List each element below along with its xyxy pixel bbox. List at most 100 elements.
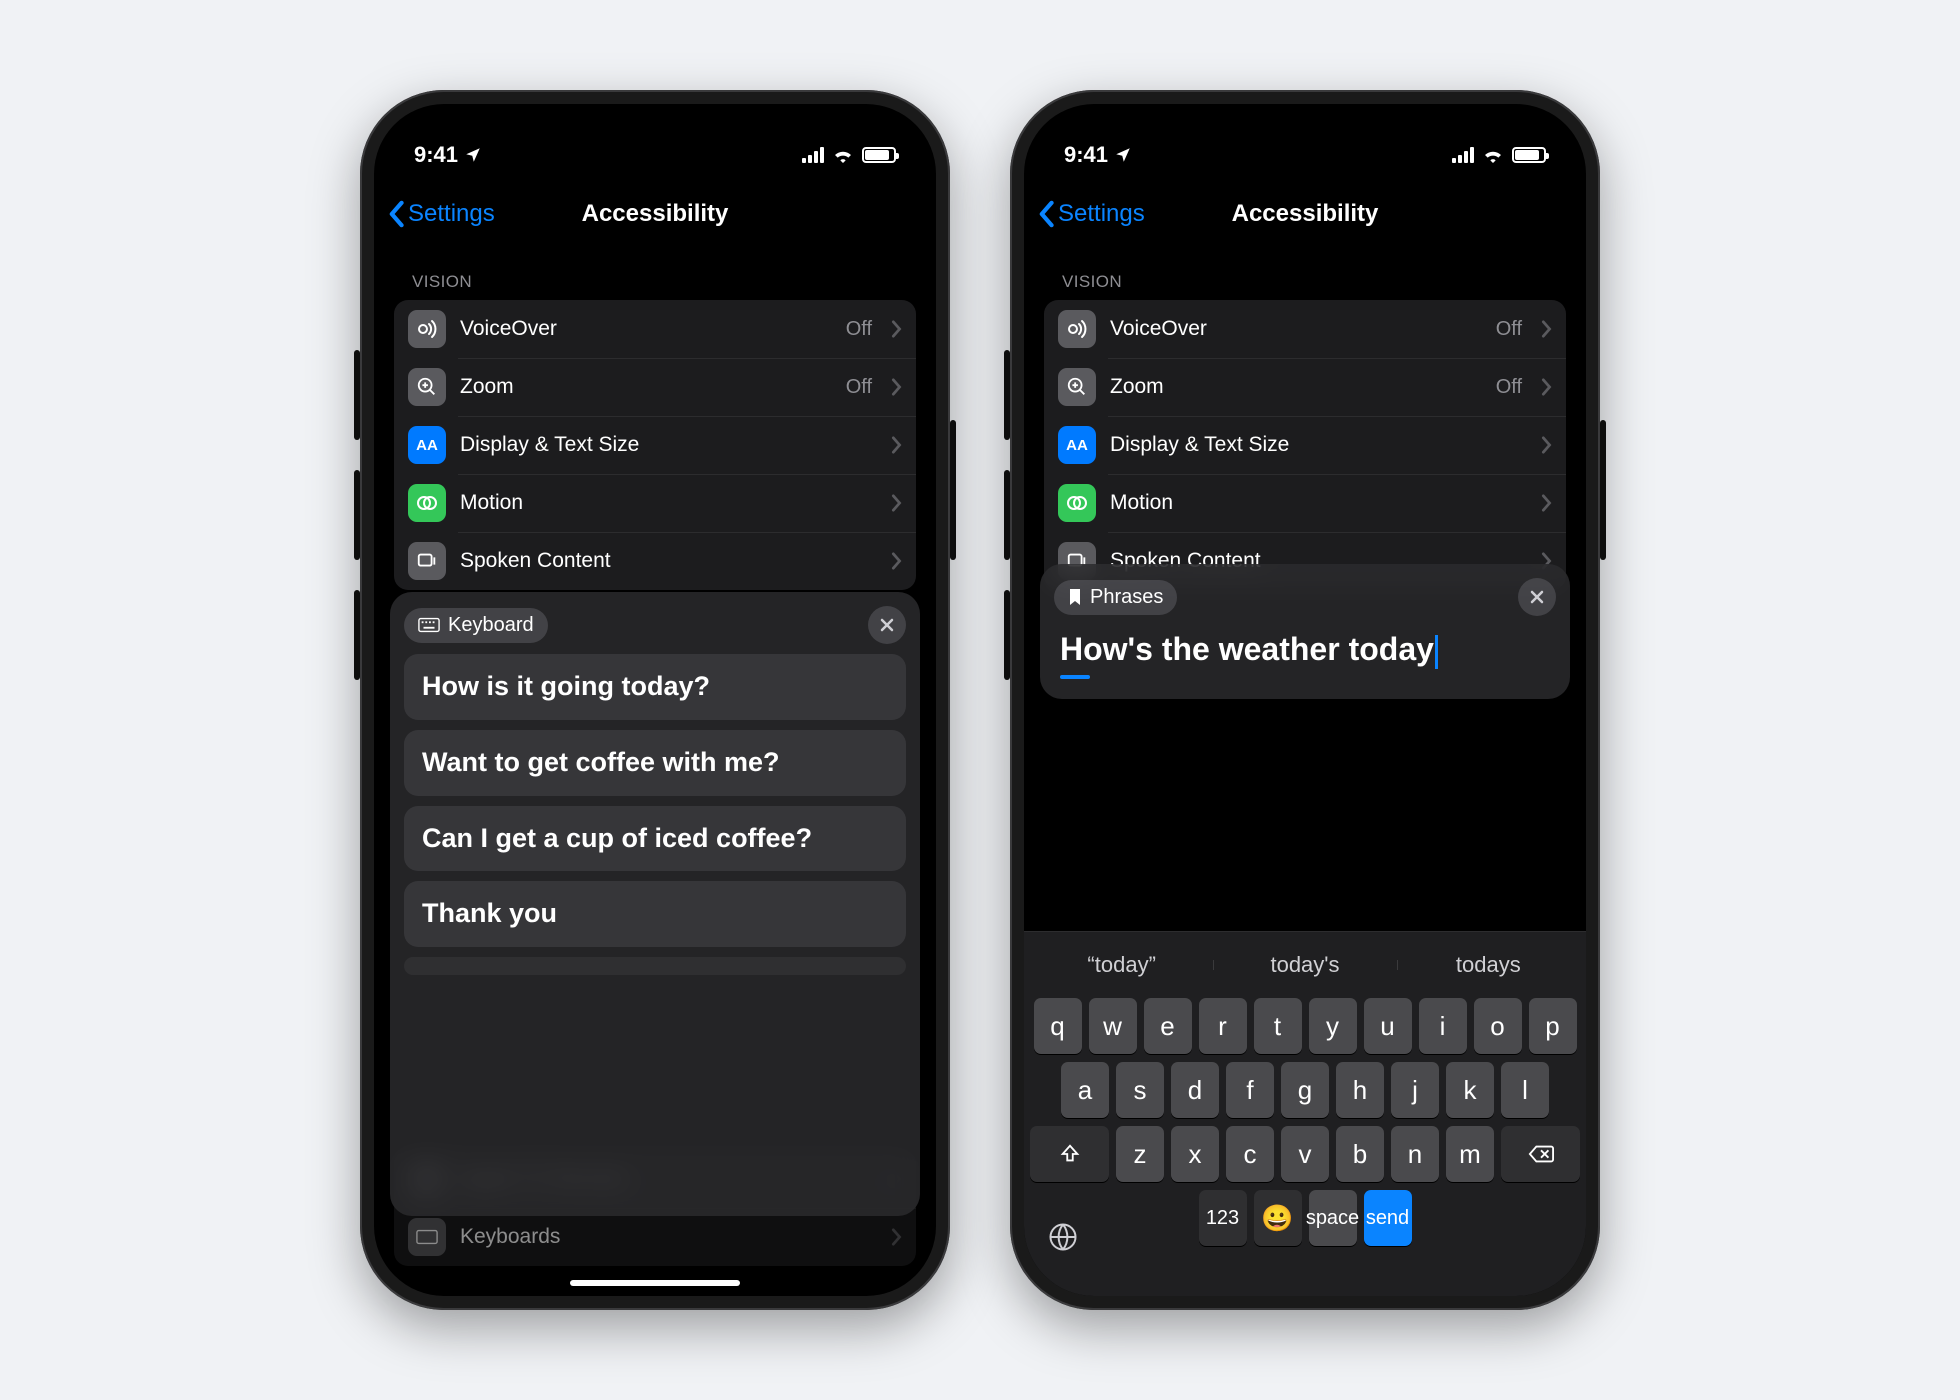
screen: 9:41 Settings Accessibility VISION [374, 104, 936, 1296]
text-size-icon: AA [408, 426, 446, 464]
row-keyboards[interactable]: Keyboards [394, 1208, 916, 1266]
key-q[interactable]: q [1034, 998, 1082, 1054]
row-motion[interactable]: Motion [1044, 474, 1566, 532]
key-b[interactable]: b [1336, 1126, 1384, 1182]
key-j[interactable]: j [1391, 1062, 1439, 1118]
home-indicator[interactable] [570, 1280, 740, 1286]
dynamic-island [1225, 122, 1385, 166]
key-r[interactable]: r [1199, 998, 1247, 1054]
motion-icon [408, 484, 446, 522]
row-zoom[interactable]: Zoom Off [394, 358, 916, 416]
row-display-text-size[interactable]: AA Display & Text Size [394, 416, 916, 474]
phrases-chip[interactable]: Phrases [1054, 580, 1177, 615]
globe-key[interactable] [1048, 1222, 1078, 1252]
key-v[interactable]: v [1281, 1126, 1329, 1182]
key-d[interactable]: d [1171, 1062, 1219, 1118]
wifi-icon [832, 147, 854, 163]
voiceover-icon [1058, 310, 1096, 348]
key-m[interactable]: m [1446, 1126, 1494, 1182]
row-label: Zoom [1110, 375, 1482, 399]
location-icon [1114, 146, 1132, 164]
keyboard-icon [418, 617, 440, 633]
row-label: Motion [1110, 491, 1526, 515]
emoji-key[interactable]: 😀 [1254, 1190, 1302, 1246]
status-time: 9:41 [414, 142, 458, 168]
row-spoken-content[interactable]: Spoken Content [394, 532, 916, 590]
zoom-icon [1058, 368, 1096, 406]
chevron-right-icon [890, 552, 902, 570]
suggestion-item[interactable]: today's [1213, 952, 1396, 978]
key-f[interactable]: f [1226, 1062, 1274, 1118]
section-header-vision: VISION [394, 246, 916, 300]
key-p[interactable]: p [1529, 998, 1577, 1054]
key-n[interactable]: n [1391, 1126, 1439, 1182]
cellular-icon [1452, 147, 1474, 163]
key-h[interactable]: h [1336, 1062, 1384, 1118]
wifi-icon [1482, 147, 1504, 163]
row-label: Motion [460, 491, 876, 515]
status-time: 9:41 [1064, 142, 1108, 168]
phrase-item[interactable]: Can I get a cup of iced coffee? [404, 806, 906, 872]
key-o[interactable]: o [1474, 998, 1522, 1054]
back-button[interactable]: Settings [1036, 200, 1145, 228]
backspace-key[interactable] [1501, 1126, 1580, 1182]
phrase-item[interactable]: Want to get coffee with me? [404, 730, 906, 796]
row-label: Display & Text Size [460, 433, 876, 457]
chevron-right-icon [1540, 378, 1552, 396]
chevron-right-icon [1540, 494, 1552, 512]
key-y[interactable]: y [1309, 998, 1357, 1054]
chevron-right-icon [890, 1228, 902, 1246]
compose-sheet: Phrases How's the weather today [1040, 564, 1570, 699]
row-label: Display & Text Size [1110, 433, 1526, 457]
numbers-key[interactable]: 123 [1199, 1190, 1247, 1246]
battery-icon [1512, 147, 1546, 163]
key-s[interactable]: s [1116, 1062, 1164, 1118]
back-label: Settings [408, 200, 495, 228]
shift-key[interactable] [1030, 1126, 1109, 1182]
row-zoom[interactable]: Zoom Off [1044, 358, 1566, 416]
row-voiceover[interactable]: VoiceOver Off [394, 300, 916, 358]
nav-bar: Settings Accessibility [1024, 182, 1586, 246]
row-value: Off [1496, 318, 1522, 341]
back-button[interactable]: Settings [386, 200, 495, 228]
keyboard-chip[interactable]: Keyboard [404, 608, 548, 643]
close-button[interactable] [1518, 578, 1556, 616]
key-c[interactable]: c [1226, 1126, 1274, 1182]
chip-label: Phrases [1090, 586, 1163, 609]
suggestion-item[interactable]: todays [1397, 952, 1580, 978]
nav-bar: Settings Accessibility [374, 182, 936, 246]
page-title: Accessibility [582, 200, 729, 228]
screen: 9:41 Settings Accessibility VISION [1024, 104, 1586, 1296]
chevron-right-icon [1540, 436, 1552, 454]
key-g[interactable]: g [1281, 1062, 1329, 1118]
chevron-right-icon [890, 436, 902, 454]
key-x[interactable]: x [1171, 1126, 1219, 1182]
key-l[interactable]: l [1501, 1062, 1549, 1118]
phrase-item[interactable]: How is it going today? [404, 654, 906, 720]
compose-input[interactable]: How's the weather today [1054, 626, 1556, 669]
settings-list-vision: VoiceOver Off Zoom Off AA Display & Text… [394, 300, 916, 590]
key-u[interactable]: u [1364, 998, 1412, 1054]
key-t[interactable]: t [1254, 998, 1302, 1054]
send-key[interactable]: send [1364, 1190, 1412, 1246]
phrases-sheet: Keyboard How is it going today? Want to … [390, 592, 920, 1216]
phrase-item[interactable] [404, 957, 906, 975]
chevron-right-icon [890, 494, 902, 512]
close-button[interactable] [868, 606, 906, 644]
suggestion-item[interactable]: “today” [1030, 952, 1213, 978]
row-display-text-size[interactable]: AA Display & Text Size [1044, 416, 1566, 474]
text-caret [1435, 635, 1438, 669]
key-i[interactable]: i [1419, 998, 1467, 1054]
key-z[interactable]: z [1116, 1126, 1164, 1182]
row-voiceover[interactable]: VoiceOver Off [1044, 300, 1566, 358]
keyboards-icon [408, 1218, 446, 1256]
key-k[interactable]: k [1446, 1062, 1494, 1118]
space-key[interactable]: space [1309, 1190, 1357, 1246]
row-motion[interactable]: Motion [394, 474, 916, 532]
bookmark-icon [1068, 588, 1082, 606]
key-a[interactable]: a [1061, 1062, 1109, 1118]
key-w[interactable]: w [1089, 998, 1137, 1054]
phrase-item[interactable]: Thank you [404, 881, 906, 947]
key-e[interactable]: e [1144, 998, 1192, 1054]
location-icon [464, 146, 482, 164]
